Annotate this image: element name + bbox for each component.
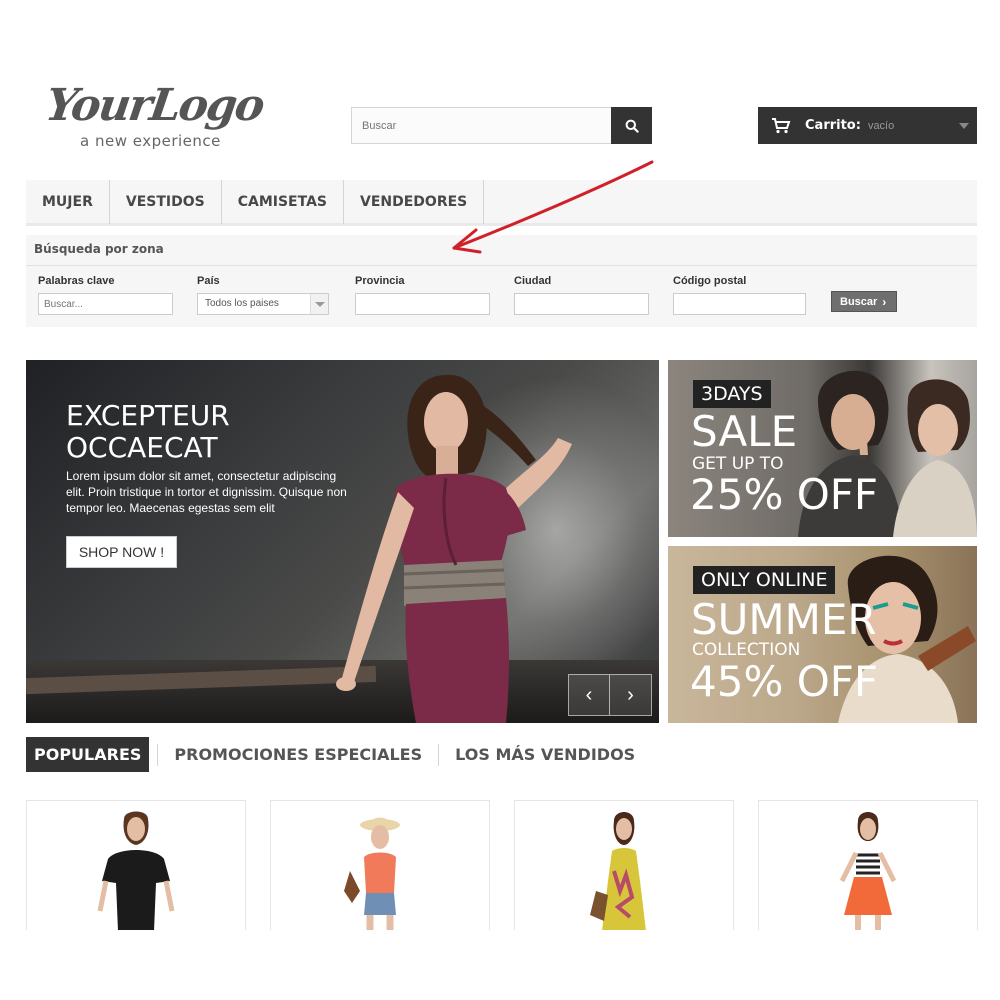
menu-item-camisetas[interactable]: CAMISETAS xyxy=(222,180,344,224)
hero-slider[interactable]: EXCEPTEUR OCCAECAT Lorem ipsum dolor sit… xyxy=(26,360,659,723)
cart-button[interactable]: Carrito: vacío xyxy=(758,107,977,144)
menu-item-mujer[interactable]: MUJER xyxy=(26,180,110,224)
logo-tagline: a new experience xyxy=(80,132,221,150)
promo-banner-summer[interactable]: ONLY ONLINE SUMMER COLLECTION 45% OFF xyxy=(668,546,977,723)
chevron-down-icon xyxy=(310,294,328,314)
shop-now-button[interactable]: SHOP NOW ! xyxy=(66,536,177,568)
chevron-down-icon xyxy=(959,123,969,129)
hero-title: EXCEPTEUR OCCAECAT xyxy=(66,400,386,464)
product-tabs: POPULARES PROMOCIONES ESPECIALES LOS MÁS… xyxy=(26,737,643,772)
country-select[interactable]: Todos los paises xyxy=(197,293,329,315)
divider xyxy=(26,265,977,266)
product-image xyxy=(97,811,175,930)
header-search xyxy=(351,107,652,144)
promo-banner-sale[interactable]: 3DAYS SALE GET UP TO 25% OFF xyxy=(668,360,977,537)
cart-label: Carrito: xyxy=(805,118,861,133)
product-image xyxy=(344,817,400,930)
hero-title-line-1: EXCEPTEUR xyxy=(66,399,230,432)
product-card[interactable] xyxy=(270,800,490,930)
country-selected-value: Todos los paises xyxy=(205,298,279,309)
search-icon xyxy=(625,119,639,133)
product-card[interactable] xyxy=(26,800,246,930)
postcode-input[interactable] xyxy=(673,293,806,315)
province-label: Provincia xyxy=(355,275,405,287)
tab-promociones-especiales[interactable]: PROMOCIONES ESPECIALES xyxy=(166,737,430,772)
slider-next-button[interactable]: › xyxy=(610,675,651,715)
cart-icon xyxy=(772,117,791,133)
promo-headline: SUMMER xyxy=(691,595,877,644)
slider-prev-button[interactable]: ‹ xyxy=(569,675,611,715)
product-image xyxy=(839,812,897,930)
hero-title-line-2: OCCAECAT xyxy=(66,431,218,464)
logo-text: YourLogo xyxy=(42,80,267,131)
cart-status: vacío xyxy=(867,119,895,132)
product-card[interactable] xyxy=(758,800,978,930)
promo-tag: 3DAYS xyxy=(693,380,771,408)
zone-search-button[interactable]: Buscar › xyxy=(831,291,897,312)
slider-controls: ‹ › xyxy=(568,674,652,716)
promo-discount: 25% OFF xyxy=(690,470,879,519)
city-input[interactable] xyxy=(514,293,649,315)
hero-description: Lorem ipsum dolor sit amet, consectetur … xyxy=(66,469,347,515)
divider xyxy=(157,743,159,766)
postcode-label: Código postal xyxy=(673,275,747,287)
keywords-label: Palabras clave xyxy=(38,275,115,287)
annotation-arrow-icon xyxy=(452,160,654,254)
divider xyxy=(438,743,440,766)
country-label: País xyxy=(197,275,220,287)
product-image xyxy=(590,812,646,930)
tab-populares[interactable]: POPULARES xyxy=(26,737,150,772)
promo-discount: 45% OFF xyxy=(690,657,879,706)
zone-search-title: Búsqueda por zona xyxy=(34,242,164,256)
city-label: Ciudad xyxy=(514,275,552,287)
product-card[interactable] xyxy=(514,800,734,930)
keywords-input[interactable] xyxy=(38,293,173,315)
tab-los-mas-vendidos[interactable]: LOS MÁS VENDIDOS xyxy=(447,737,643,772)
zone-search-button-label: Buscar xyxy=(840,295,878,308)
province-input[interactable] xyxy=(355,293,490,315)
promo-tag: ONLY ONLINE xyxy=(693,566,836,594)
chevron-right-icon: › xyxy=(882,294,887,309)
search-input[interactable] xyxy=(352,108,612,143)
store-logo[interactable]: YourLogo a new experience xyxy=(42,80,286,156)
menu-item-vestidos[interactable]: VESTIDOS xyxy=(110,180,222,224)
search-button[interactable] xyxy=(611,107,652,144)
promo-headline: SALE xyxy=(691,407,798,456)
